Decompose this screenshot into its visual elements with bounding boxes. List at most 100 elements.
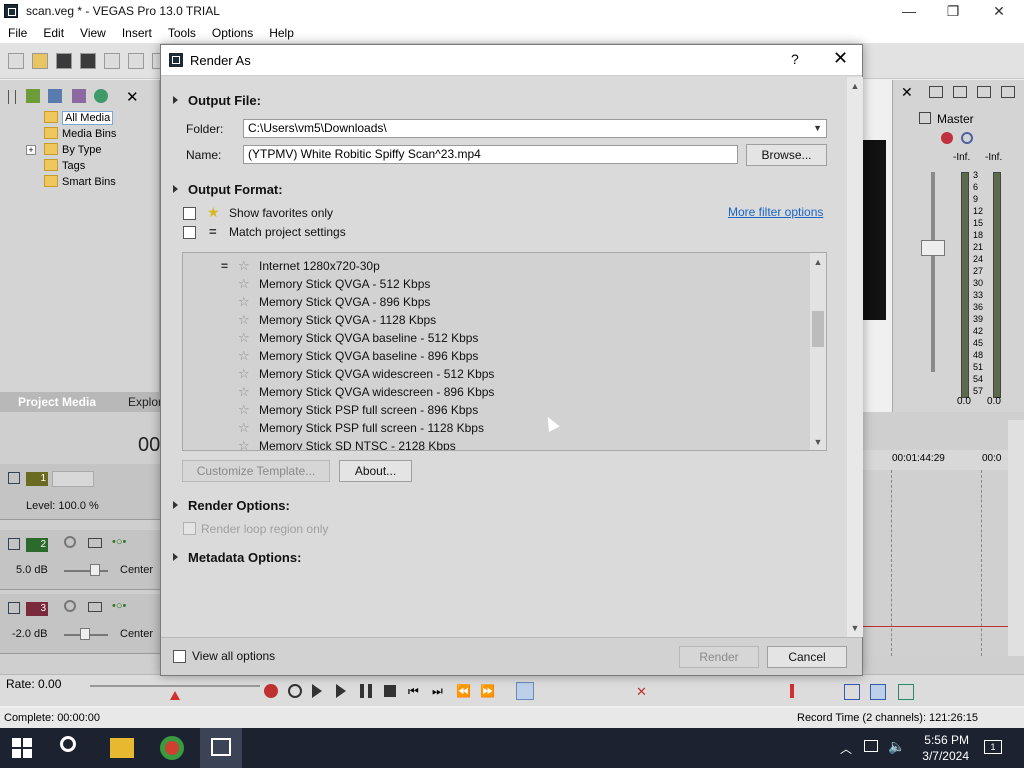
minimize-button[interactable]: —: [886, 0, 932, 22]
web-icon[interactable]: [94, 89, 108, 103]
edit-tool-icon[interactable]: [516, 682, 534, 700]
favorite-star-icon[interactable]: ☆: [238, 275, 250, 293]
snap-icon[interactable]: [844, 684, 860, 700]
lock-envelopes-icon[interactable]: [898, 684, 914, 700]
volume-icon[interactable]: 🔈: [888, 738, 905, 755]
open-folder-icon[interactable]: [32, 53, 48, 69]
track-menu-icon[interactable]: [8, 538, 20, 550]
folder-combobox[interactable]: C:\Users\vm5\Downloads\ ▼: [243, 119, 827, 138]
track-menu-icon[interactable]: [8, 472, 20, 484]
render-icon[interactable]: [128, 53, 144, 69]
tree-item-by-type[interactable]: By Type: [44, 143, 102, 158]
menu-help[interactable]: Help: [261, 23, 302, 40]
template-row[interactable]: ☆ Memory Stick PSP full screen - 896 Kbps: [183, 401, 813, 419]
remove-icon[interactable]: ✕: [126, 88, 139, 106]
favorite-star-icon[interactable]: ☆: [238, 383, 250, 401]
menu-tools[interactable]: Tools: [160, 23, 204, 40]
more-filter-options-link[interactable]: More filter options: [728, 205, 823, 219]
menu-insert[interactable]: Insert: [114, 23, 160, 40]
track-menu-icon[interactable]: [8, 602, 20, 614]
rate-slider[interactable]: [90, 685, 260, 687]
template-list-scrollbar[interactable]: ▲ ▼: [810, 253, 826, 450]
capture-icon[interactable]: [48, 89, 62, 103]
close-button[interactable]: ✕: [976, 0, 1022, 22]
favorite-star-icon[interactable]: ☆: [238, 311, 250, 329]
properties-icon[interactable]: [104, 53, 120, 69]
show-favorites-checkbox[interactable]: [183, 207, 196, 220]
template-row[interactable]: ☆ Memory Stick QVGA baseline - 896 Kbps: [183, 347, 813, 365]
favorite-star-icon[interactable]: ☆: [238, 365, 250, 383]
template-row[interactable]: ☆ Memory Stick QVGA - 512 Kbps: [183, 275, 813, 293]
template-row[interactable]: = ☆ Internet 1280x720-30p: [183, 257, 813, 275]
panel-close-icon[interactable]: [8, 90, 16, 104]
vegas-taskbar-item[interactable]: [200, 728, 242, 768]
output-file-section-toggle[interactable]: Output File:: [173, 93, 261, 108]
maximize-button[interactable]: ❐: [930, 0, 976, 22]
dialog-close-button[interactable]: ✕: [833, 48, 848, 69]
scroll-down-icon[interactable]: ▼: [810, 435, 826, 449]
expand-icon[interactable]: +: [26, 145, 36, 155]
solo-icon[interactable]: •○•: [112, 536, 126, 548]
template-row[interactable]: ☆ Memory Stick QVGA - 896 Kbps: [183, 293, 813, 311]
menu-file[interactable]: File: [0, 23, 35, 40]
tab-explorer[interactable]: Explor: [128, 395, 162, 409]
mute-icon[interactable]: [88, 538, 102, 548]
chrome-icon[interactable]: [160, 736, 184, 760]
dialog-scrollbar[interactable]: ▲ ▼: [847, 77, 863, 637]
output-format-section-toggle[interactable]: Output Format:: [173, 182, 283, 197]
template-row[interactable]: ☆ Memory Stick QVGA widescreen - 512 Kbps: [183, 365, 813, 383]
favorite-star-icon[interactable]: ☆: [238, 401, 250, 419]
mute-icon[interactable]: [961, 132, 973, 144]
favorite-star-icon[interactable]: ☆: [238, 437, 250, 450]
track-area[interactable]: [862, 470, 1009, 656]
metadata-options-section-toggle[interactable]: Metadata Options:: [173, 550, 301, 565]
record-arm-icon[interactable]: [64, 600, 76, 612]
render-loop-region-checkbox[interactable]: [183, 522, 196, 535]
taskbar-clock[interactable]: 5:56 PM 3/7/2024: [922, 732, 969, 764]
previous-frame-icon[interactable]: ⏪: [456, 684, 471, 698]
windows-start-icon[interactable]: [12, 738, 32, 758]
rate-marker-icon[interactable]: [170, 691, 180, 700]
bus-icon[interactable]: [929, 86, 943, 98]
match-project-settings-checkbox[interactable]: [183, 226, 196, 239]
fx-icon[interactable]: [941, 132, 953, 144]
tree-item-media-bins[interactable]: Media Bins: [44, 127, 116, 142]
template-row[interactable]: ☆ Memory Stick PSP full screen - 1128 Kbp…: [183, 419, 813, 437]
downmix-icon[interactable]: [953, 86, 967, 98]
help-button[interactable]: ?: [791, 51, 799, 67]
favorite-star-icon[interactable]: ☆: [238, 257, 250, 275]
solo-icon[interactable]: •○•: [112, 600, 126, 612]
timeline-vscroll[interactable]: [1008, 420, 1024, 656]
cancel-button[interactable]: Cancel: [767, 646, 847, 668]
favorite-star-icon[interactable]: ☆: [238, 293, 250, 311]
favorite-star-icon[interactable]: ☆: [238, 419, 250, 437]
network-icon[interactable]: [864, 740, 878, 752]
menu-options[interactable]: Options: [204, 23, 261, 40]
tree-item-all-media[interactable]: All Media: [44, 111, 114, 126]
dim-icon[interactable]: [977, 86, 991, 98]
scrollbar-thumb[interactable]: [812, 311, 824, 347]
template-list[interactable]: = ☆ Internet 1280x720-30p ☆ Memory Stick QVG…: [182, 252, 827, 451]
timeline-ruler[interactable]: 00:01:44:29 00:0: [862, 450, 1024, 470]
template-row[interactable]: ☆ Memory Stick QVGA baseline - 512 Kbps: [183, 329, 813, 347]
go-to-start-icon[interactable]: ⏮: [408, 684, 422, 698]
new-project-icon[interactable]: [8, 53, 24, 69]
next-frame-icon[interactable]: ⏩: [480, 684, 495, 698]
record-arm-icon[interactable]: [64, 536, 76, 548]
track-header-1[interactable]: 1 Level: 100.0 %: [0, 464, 160, 520]
about-button[interactable]: About...: [339, 460, 412, 482]
scroll-up-icon[interactable]: ▲: [847, 79, 863, 93]
tab-project-media[interactable]: Project Media: [18, 395, 96, 409]
favorite-star-icon[interactable]: ☆: [238, 329, 250, 347]
get-media-icon[interactable]: [72, 89, 86, 103]
track-header-3[interactable]: 3 •○• -2.0 dB Center: [0, 594, 160, 654]
pause-icon[interactable]: [360, 684, 372, 698]
play-icon[interactable]: [336, 684, 346, 698]
save-icon[interactable]: [56, 53, 72, 69]
save-as-icon[interactable]: [80, 53, 96, 69]
scroll-up-icon[interactable]: ▲: [810, 255, 826, 269]
tree-item-smart-bins[interactable]: Smart Bins: [44, 175, 116, 190]
stop-icon[interactable]: [384, 685, 396, 697]
notification-icon[interactable]: 1: [984, 740, 1002, 754]
render-options-section-toggle[interactable]: Render Options:: [173, 498, 290, 513]
